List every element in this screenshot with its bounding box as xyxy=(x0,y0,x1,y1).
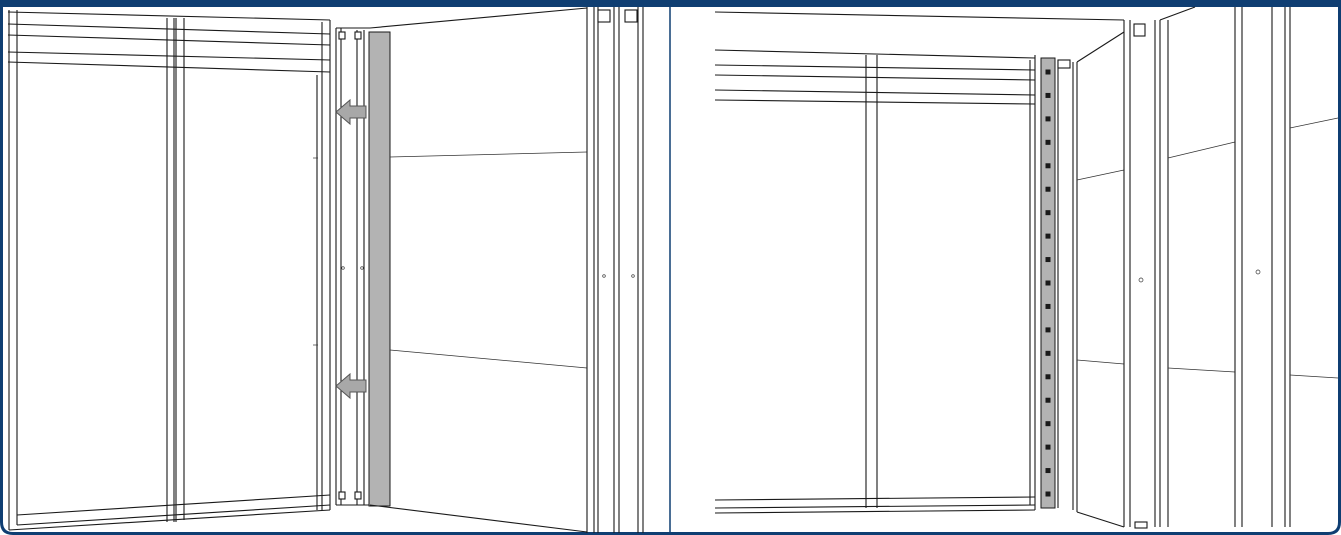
screw-icon xyxy=(1045,69,1051,75)
right-center-upright xyxy=(865,55,878,508)
left-center-uprights xyxy=(166,18,185,522)
screw-icon xyxy=(1045,116,1051,122)
screw-icon xyxy=(1045,350,1051,356)
screw-icon xyxy=(1045,186,1051,192)
screw-icon xyxy=(1045,468,1051,474)
screw-icon xyxy=(1045,303,1051,309)
screw-icon xyxy=(1045,210,1051,216)
screw-icon xyxy=(1045,327,1051,333)
left-top-rails xyxy=(7,11,331,73)
right-corner-post xyxy=(1123,20,1161,529)
screw-icon xyxy=(1045,280,1051,286)
illustration-canvas xyxy=(0,0,1341,535)
right-view xyxy=(714,6,1339,529)
right-far-posts xyxy=(1234,7,1339,527)
instruction-figure xyxy=(0,0,1341,535)
screw-icon xyxy=(1045,374,1051,380)
left-corner-post xyxy=(335,27,370,506)
screw-icon xyxy=(1045,139,1051,145)
screw-icon xyxy=(1045,444,1051,450)
left-end-post xyxy=(313,20,331,510)
screw-icon xyxy=(1045,421,1051,427)
screw-icon xyxy=(1045,491,1051,497)
left-bottom-rails xyxy=(8,494,331,531)
screw-icon xyxy=(1045,397,1051,403)
left-far-post xyxy=(593,7,644,533)
right-side-wall xyxy=(1167,20,1236,527)
screw-icon xyxy=(1045,92,1051,98)
screw-icon xyxy=(1045,163,1051,169)
vertical-cover-strip xyxy=(368,31,391,507)
left-view xyxy=(7,7,644,533)
right-top-rails xyxy=(714,49,1036,105)
right-bottom-rails xyxy=(714,496,1036,514)
screw-icon xyxy=(1045,233,1051,239)
screw-icon xyxy=(1045,257,1051,263)
left-side-wall xyxy=(369,7,588,533)
top-banner xyxy=(0,0,1341,7)
right-corner-return xyxy=(1057,31,1125,528)
